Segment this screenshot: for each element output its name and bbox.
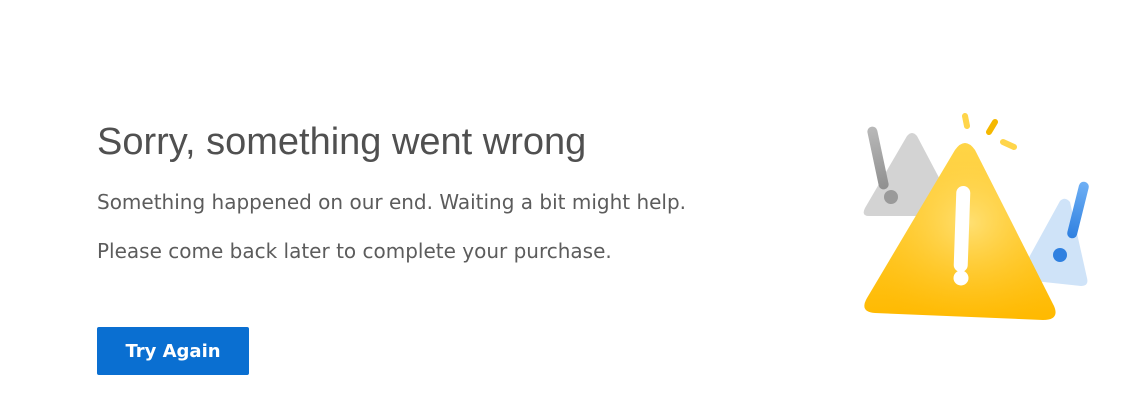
sparkle-marks	[962, 113, 1017, 150]
error-content: Sorry, something went wrong Something ha…	[97, 118, 797, 264]
warning-triangles-icon	[863, 113, 1089, 320]
error-message-line-2: Please come back later to complete your …	[97, 239, 612, 263]
try-again-label: Try Again	[125, 340, 221, 362]
error-page: Sorry, something went wrong Something ha…	[0, 0, 1123, 411]
try-again-button[interactable]: Try Again	[97, 327, 249, 375]
page-title: Sorry, something went wrong	[97, 121, 587, 163]
error-message-line-1: Something happened on our end. Waiting a…	[97, 190, 687, 214]
